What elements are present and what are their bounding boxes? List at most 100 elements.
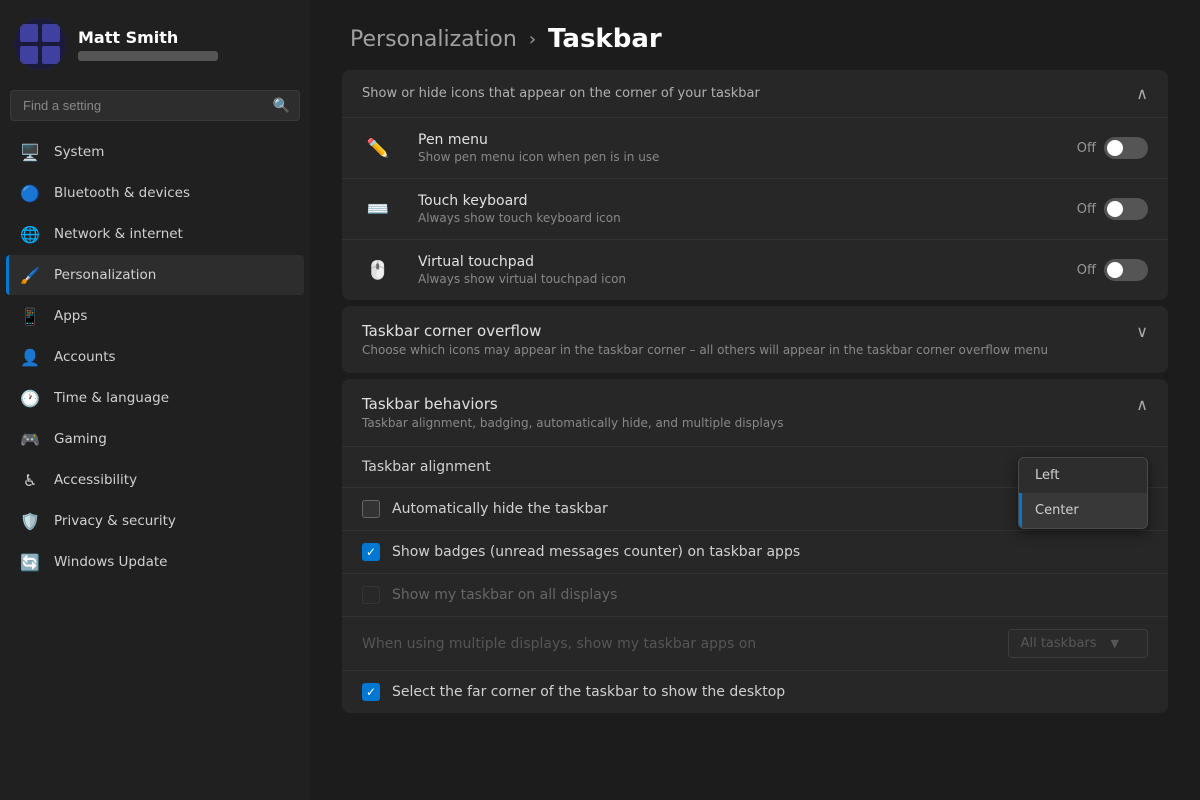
nav-icon-privacy: 🛡️: [20, 511, 40, 531]
breadcrumb-parent: Personalization: [350, 27, 517, 52]
corner-overflow-chevron: ∨: [1136, 322, 1148, 341]
alignment-option-center[interactable]: Center: [1019, 493, 1147, 528]
nav-icon-time: 🕐: [20, 388, 40, 408]
pen-menu-icon: ✏️: [364, 134, 392, 162]
corner-icons-chevron: ∧: [1136, 84, 1148, 103]
corner-icons-header-text: Show or hide icons that appear on the co…: [362, 86, 760, 101]
sidebar-item-personalization[interactable]: 🖌️ Personalization: [6, 255, 304, 295]
pen-menu-title: Pen menu: [418, 132, 1061, 148]
nav-label-time: Time & language: [54, 390, 169, 406]
sidebar-item-gaming[interactable]: 🎮 Gaming: [6, 419, 304, 459]
sidebar-item-network[interactable]: 🌐 Network & internet: [6, 214, 304, 254]
nav-label-apps: Apps: [54, 308, 87, 324]
multiple-displays-label: When using multiple displays, show my ta…: [362, 636, 756, 652]
nav-label-gaming: Gaming: [54, 431, 107, 447]
nav-label-accessibility: Accessibility: [54, 472, 137, 488]
nav-label-windows-update: Windows Update: [54, 554, 167, 570]
pen-menu-row: ✏️ Pen menu Show pen menu icon when pen …: [342, 117, 1168, 178]
taskbar-behaviors-section: Taskbar behaviors Taskbar alignment, bad…: [342, 379, 1168, 713]
alignment-option-left[interactable]: Left: [1019, 458, 1147, 493]
user-name: Matt Smith: [78, 28, 218, 47]
corner-overflow-desc: Choose which icons may appear in the tas…: [362, 343, 1048, 357]
behaviors-chevron: ∧: [1136, 395, 1148, 414]
nav-icon-gaming: 🎮: [20, 429, 40, 449]
breadcrumb-separator: ›: [529, 29, 536, 50]
sidebar-item-windows-update[interactable]: 🔄 Windows Update: [6, 542, 304, 582]
nav-label-accounts: Accounts: [54, 349, 116, 365]
sidebar-item-apps[interactable]: 📱 Apps: [6, 296, 304, 336]
sidebar-item-privacy[interactable]: 🛡️ Privacy & security: [6, 501, 304, 541]
all-displays-checkbox: [362, 586, 380, 604]
behaviors-title: Taskbar behaviors: [362, 395, 784, 413]
nav-label-system: System: [54, 144, 104, 160]
alignment-label: Taskbar alignment: [362, 459, 491, 475]
virtual-touchpad-title: Virtual touchpad: [418, 254, 1061, 270]
nav-label-privacy: Privacy & security: [54, 513, 176, 529]
alignment-center-label: Center: [1035, 503, 1079, 518]
sidebar-item-time[interactable]: 🕐 Time & language: [6, 378, 304, 418]
search-box[interactable]: 🔍: [10, 90, 300, 121]
nav-label-bluetooth: Bluetooth & devices: [54, 185, 190, 201]
select-desktop-row: Select the far corner of the taskbar to …: [342, 670, 1168, 713]
corner-icons-section: Show or hide icons that appear on the co…: [342, 70, 1168, 300]
corner-icons-header[interactable]: Show or hide icons that appear on the co…: [342, 70, 1168, 117]
nav-icon-apps: 📱: [20, 306, 40, 326]
alignment-dropdown[interactable]: Left Center: [1018, 457, 1148, 529]
touch-keyboard-toggle[interactable]: [1104, 198, 1148, 220]
select-desktop-checkbox[interactable]: [362, 683, 380, 701]
nav-icon-windows-update: 🔄: [20, 552, 40, 572]
virtual-touchpad-desc: Always show virtual touchpad icon: [418, 272, 1061, 286]
taskbar-behaviors-header[interactable]: Taskbar behaviors Taskbar alignment, bad…: [342, 379, 1168, 446]
touch-keyboard-toggle-label: Off: [1077, 202, 1096, 217]
touch-keyboard-title: Touch keyboard: [418, 193, 1061, 209]
multiple-displays-row: When using multiple displays, show my ta…: [342, 616, 1168, 670]
corner-overflow-section: Taskbar corner overflow Choose which ico…: [342, 306, 1168, 373]
content-area: Show or hide icons that appear on the co…: [310, 70, 1200, 759]
touch-keyboard-icon: ⌨️: [364, 195, 392, 223]
avatar: [14, 18, 66, 70]
user-subtitle-bar: [78, 51, 218, 61]
select-desktop-label: Select the far corner of the taskbar to …: [392, 684, 785, 700]
behaviors-desc: Taskbar alignment, badging, automaticall…: [362, 416, 784, 430]
nav-icon-system: 🖥️: [20, 142, 40, 162]
page-header: Personalization › Taskbar: [310, 0, 1200, 70]
sidebar-item-bluetooth[interactable]: 🔵 Bluetooth & devices: [6, 173, 304, 213]
taskbar-alignment-row: Taskbar alignment Left Center: [342, 446, 1168, 487]
badges-label: Show badges (unread messages counter) on…: [392, 544, 800, 560]
all-taskbars-value: All taskbars: [1021, 636, 1097, 651]
pen-menu-toggle[interactable]: [1104, 137, 1148, 159]
nav-list: 🖥️ System 🔵 Bluetooth & devices 🌐 Networ…: [0, 131, 310, 583]
all-taskbars-select: All taskbars ▼: [1008, 629, 1148, 658]
virtual-touchpad-row: 🖱️ Virtual touchpad Always show virtual …: [342, 239, 1168, 300]
badges-row: Show badges (unread messages counter) on…: [342, 530, 1168, 573]
sidebar: Matt Smith 🔍 🖥️ System 🔵 Bluetooth & dev…: [0, 0, 310, 800]
corner-overflow-title: Taskbar corner overflow: [362, 322, 1048, 340]
auto-hide-label: Automatically hide the taskbar: [392, 501, 608, 517]
nav-icon-network: 🌐: [20, 224, 40, 244]
nav-icon-accounts: 👤: [20, 347, 40, 367]
corner-overflow-header[interactable]: Taskbar corner overflow Choose which ico…: [342, 306, 1168, 373]
pen-menu-desc: Show pen menu icon when pen is in use: [418, 150, 1061, 164]
nav-label-personalization: Personalization: [54, 267, 156, 283]
all-displays-label: Show my taskbar on all displays: [392, 587, 617, 603]
search-icon: 🔍: [273, 98, 290, 114]
badges-checkbox[interactable]: [362, 543, 380, 561]
all-taskbars-chevron: ▼: [1111, 637, 1119, 650]
user-profile[interactable]: Matt Smith: [0, 0, 310, 82]
nav-icon-bluetooth: 🔵: [20, 183, 40, 203]
search-input[interactable]: [10, 90, 300, 121]
touch-keyboard-desc: Always show touch keyboard icon: [418, 211, 1061, 225]
nav-icon-personalization: 🖌️: [20, 265, 40, 285]
virtual-touchpad-icon: 🖱️: [364, 256, 392, 284]
alignment-left-label: Left: [1035, 468, 1059, 483]
sidebar-item-accounts[interactable]: 👤 Accounts: [6, 337, 304, 377]
sidebar-item-accessibility[interactable]: ♿ Accessibility: [6, 460, 304, 500]
auto-hide-checkbox[interactable]: [362, 500, 380, 518]
nav-label-network: Network & internet: [54, 226, 183, 242]
pen-menu-toggle-label: Off: [1077, 141, 1096, 156]
virtual-touchpad-toggle[interactable]: [1104, 259, 1148, 281]
sidebar-item-system[interactable]: 🖥️ System: [6, 132, 304, 172]
all-displays-row: Show my taskbar on all displays: [342, 573, 1168, 616]
main-content: Personalization › Taskbar Show or hide i…: [310, 0, 1200, 800]
virtual-touchpad-toggle-label: Off: [1077, 263, 1096, 278]
